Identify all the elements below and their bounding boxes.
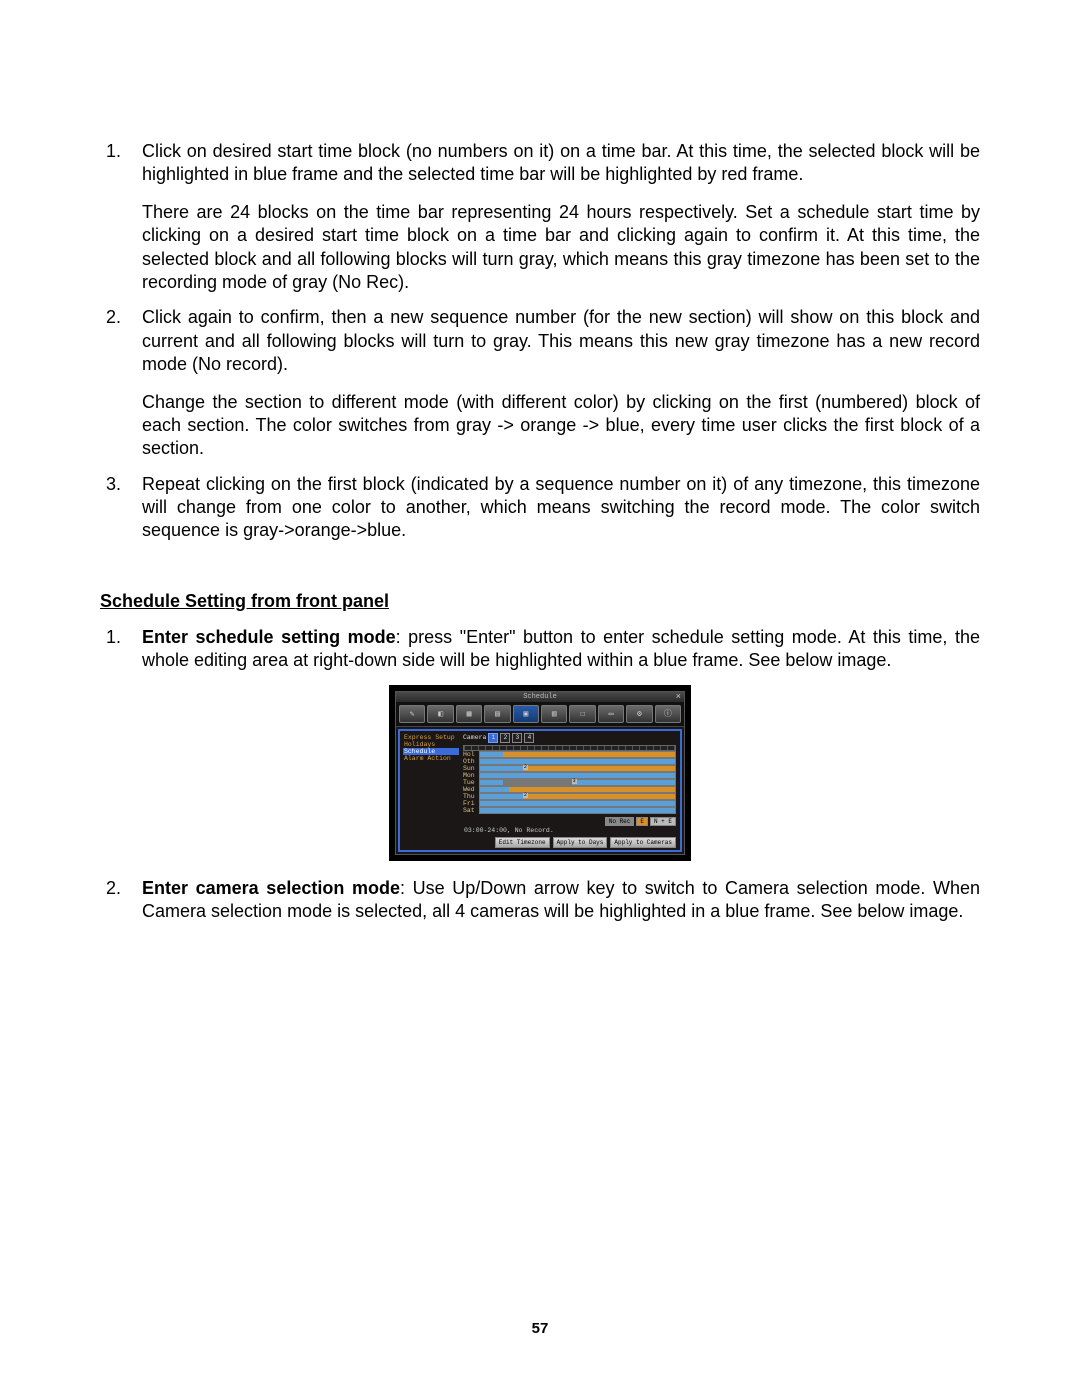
day-row-thu: Thu 2 bbox=[463, 794, 676, 800]
camera-button-2[interactable]: 2 bbox=[500, 733, 510, 743]
toolbar-button[interactable]: ◧ bbox=[427, 705, 453, 723]
camera-button-3[interactable]: 3 bbox=[512, 733, 522, 743]
step-text: Repeat clicking on the first block (indi… bbox=[142, 473, 980, 543]
step-text: Click on desired start time block (no nu… bbox=[142, 140, 980, 187]
day-label: Fri bbox=[463, 800, 479, 807]
close-icon[interactable]: × bbox=[676, 692, 681, 702]
apply-to-days-button[interactable]: Apply to Days bbox=[553, 837, 608, 848]
toolbar-button[interactable]: ▭ bbox=[598, 705, 624, 723]
day-row-mon: Mon bbox=[463, 773, 676, 779]
time-bar[interactable]: 2 bbox=[479, 793, 676, 800]
camera-selector: Camera 1 2 3 4 bbox=[463, 733, 676, 743]
camera-label: Camera bbox=[463, 734, 486, 741]
step-number: 3. bbox=[100, 473, 142, 543]
step-body: Repeat clicking on the first block (indi… bbox=[142, 473, 980, 543]
step-number: 1. bbox=[100, 626, 142, 673]
sidebar-item-schedule[interactable]: Schedule bbox=[403, 748, 459, 755]
day-label: Hol bbox=[463, 751, 479, 758]
step-number: 1. bbox=[100, 140, 142, 294]
time-bar[interactable] bbox=[479, 772, 676, 779]
time-bar[interactable] bbox=[479, 807, 676, 814]
toolbar-button[interactable]: ⚙ bbox=[626, 705, 652, 723]
button-row: Edit Timezone Apply to Days Apply to Cam… bbox=[463, 837, 676, 848]
step-body: Click on desired start time block (no nu… bbox=[142, 140, 980, 294]
day-label: Thu bbox=[463, 793, 479, 800]
toolbar-button[interactable]: ☐ bbox=[569, 705, 595, 723]
step-1: 1. Click on desired start time block (no… bbox=[100, 140, 980, 294]
section-heading-schedule-setting: Schedule Setting from front panel bbox=[100, 591, 980, 612]
toolbar-button[interactable]: ▤ bbox=[484, 705, 510, 723]
time-bar[interactable]: 3 bbox=[479, 779, 676, 786]
time-bar[interactable] bbox=[479, 786, 676, 793]
step-subtext: Change the section to different mode (wi… bbox=[142, 391, 980, 461]
step-3: 3. Repeat clicking on the first block (i… bbox=[100, 473, 980, 543]
step-number: 2. bbox=[100, 306, 142, 460]
day-label: Sun bbox=[463, 765, 479, 772]
window-title-bar: Schedule × bbox=[396, 692, 684, 702]
camera-button-4[interactable]: 4 bbox=[524, 733, 534, 743]
schedule-body: Express Setup Holidays Schedule Alarm Ac… bbox=[398, 729, 682, 852]
page-number: 57 bbox=[0, 1320, 1080, 1337]
day-row-sun: Sun 2 bbox=[463, 766, 676, 772]
edit-timezone-button[interactable]: Edit Timezone bbox=[495, 837, 550, 848]
day-label: Tue bbox=[463, 779, 479, 786]
panel-step-1: 1. Enter schedule setting mode: press "E… bbox=[100, 626, 980, 673]
toolbar: ✎ ◧ ▦ ▤ ▣ ▥ ☐ ▭ ⚙ ⓘ bbox=[396, 702, 684, 727]
day-row-fri: Fri bbox=[463, 801, 676, 807]
panel-step-2: 2. Enter camera selection mode: Use Up/D… bbox=[100, 877, 980, 924]
day-label: Wed bbox=[463, 786, 479, 793]
toolbar-button[interactable]: ✎ bbox=[399, 705, 425, 723]
toolbar-button[interactable]: ⓘ bbox=[655, 705, 681, 723]
document-page: 1. Click on desired start time block (no… bbox=[0, 0, 1080, 1397]
day-row-tue: Tue 3 bbox=[463, 780, 676, 786]
time-bar[interactable] bbox=[479, 758, 676, 765]
day-row-wed: Wed bbox=[463, 787, 676, 793]
day-label: Mon bbox=[463, 772, 479, 779]
step-body: Enter camera selection mode: Use Up/Down… bbox=[142, 877, 980, 924]
day-label: Sat bbox=[463, 807, 479, 814]
step-number: 2. bbox=[100, 877, 142, 924]
time-bar[interactable]: 2 bbox=[479, 765, 676, 772]
step-body: Click again to confirm, then a new seque… bbox=[142, 306, 980, 460]
time-bar[interactable] bbox=[479, 800, 676, 807]
day-row-oth: Oth bbox=[463, 759, 676, 765]
step-2: 2. Click again to confirm, then a new se… bbox=[100, 306, 980, 460]
sidebar-item-express-setup[interactable]: Express Setup bbox=[403, 734, 459, 741]
legend-e: E bbox=[636, 817, 648, 826]
step-emphasis: Enter camera selection mode bbox=[142, 878, 400, 898]
apply-to-cameras-button[interactable]: Apply to Cameras bbox=[610, 837, 676, 848]
step-body: Enter schedule setting mode: press "Ente… bbox=[142, 626, 980, 673]
time-ruler bbox=[463, 745, 676, 751]
day-row-sat: Sat bbox=[463, 808, 676, 814]
schedule-screenshot: Schedule × ✎ ◧ ▦ ▤ ▣ ▥ ☐ ▭ ⚙ ⓘ Express S… bbox=[389, 685, 691, 861]
status-text: 03:00-24:00, No Record. bbox=[464, 827, 676, 834]
sidebar-item-holidays[interactable]: Holidays bbox=[403, 741, 459, 748]
toolbar-button[interactable]: ▥ bbox=[541, 705, 567, 723]
time-bar[interactable] bbox=[479, 751, 676, 758]
sidebar: Express Setup Holidays Schedule Alarm Ac… bbox=[402, 733, 461, 848]
toolbar-button-schedule[interactable]: ▣ bbox=[513, 705, 539, 723]
day-label: Oth bbox=[463, 758, 479, 765]
toolbar-button[interactable]: ▦ bbox=[456, 705, 482, 723]
step-subtext: There are 24 blocks on the time bar repr… bbox=[142, 201, 980, 295]
camera-button-1[interactable]: 1 bbox=[488, 733, 498, 743]
day-row-hol: Hol bbox=[463, 752, 676, 758]
legend: No Rec E N + E bbox=[463, 817, 676, 826]
step-text: Click again to confirm, then a new seque… bbox=[142, 306, 980, 376]
legend-no-rec: No Rec bbox=[605, 817, 635, 826]
step-emphasis: Enter schedule setting mode bbox=[142, 627, 396, 647]
schedule-main: Camera 1 2 3 4 Hol Oth bbox=[461, 733, 678, 848]
window-title: Schedule bbox=[523, 693, 557, 701]
sidebar-item-alarm-action[interactable]: Alarm Action bbox=[403, 755, 459, 762]
legend-ne: N + E bbox=[650, 817, 676, 826]
schedule-window: Schedule × ✎ ◧ ▦ ▤ ▣ ▥ ☐ ▭ ⚙ ⓘ Express S… bbox=[395, 691, 685, 855]
